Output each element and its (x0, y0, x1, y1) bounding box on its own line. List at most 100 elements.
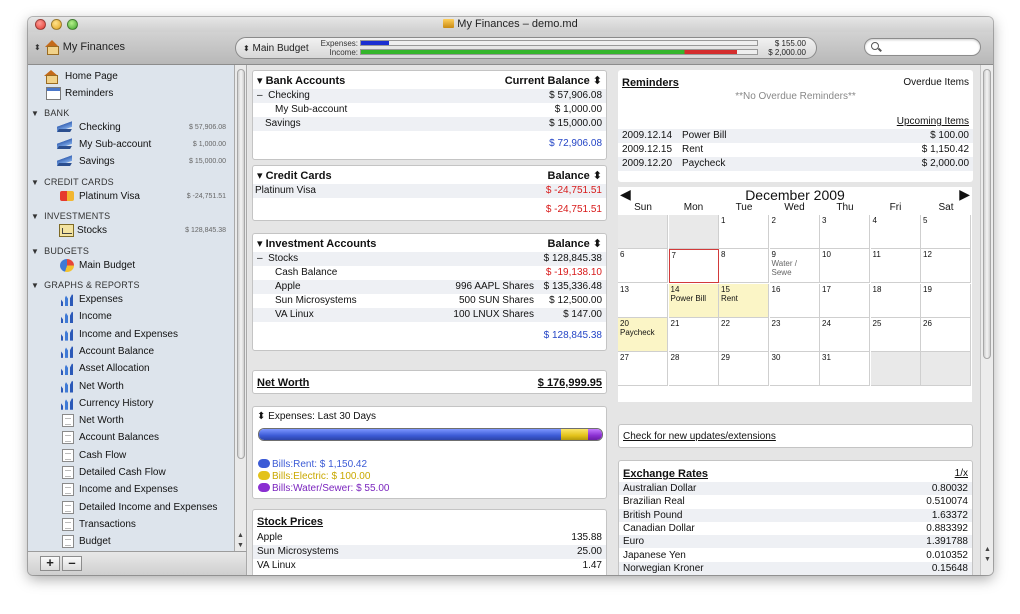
calendar-day-4[interactable]: 4 (870, 215, 921, 249)
investments-header[interactable]: ▾ Investment Accounts (257, 237, 376, 251)
water-segment[interactable] (587, 429, 602, 440)
calendar-day-29[interactable]: 29 (719, 352, 769, 387)
calendar-day-13[interactable]: 13 (618, 283, 668, 318)
sidebar-item-reminders[interactable]: Reminders (28, 85, 234, 102)
budget-summary[interactable]: ⬍ Main Budget Expenses: Income: $ 155.00… (235, 37, 817, 59)
calendar-day-26[interactable]: 26 (921, 317, 971, 352)
calendar-event[interactable]: Paycheck (620, 328, 665, 337)
sidebar-item-report[interactable]: Budget (28, 533, 234, 550)
scroll-down-arrow-icon[interactable]: ▼ (235, 541, 246, 550)
sidebar-item-report[interactable]: Detailed Cash Flow (28, 464, 234, 481)
credit-cards-header[interactable]: ▾ Credit Cards (257, 169, 332, 183)
reminder-row[interactable]: 2009.12.15 Rent $ 1,150.42 (618, 143, 973, 157)
search-field[interactable] (864, 38, 981, 56)
scroll-up-arrow-icon[interactable]: ▲ (235, 531, 246, 540)
sidebar-item-graph[interactable]: Net Worth (28, 378, 234, 395)
search-input[interactable] (883, 40, 977, 54)
investments-column-selector[interactable]: Balance ⬍ (548, 237, 602, 251)
sidebar-item-report[interactable]: Transactions (28, 516, 234, 533)
calendar-day-23[interactable]: 23 (769, 317, 820, 352)
calendar-day-16[interactable]: 16 (769, 283, 820, 318)
calendar-day-3[interactable]: 3 (820, 215, 870, 249)
section-investments[interactable]: ▼ INVESTMENTS (31, 211, 110, 221)
sidebar-item-graph[interactable]: Expenses (28, 291, 234, 308)
bank-accounts-header[interactable]: ▾ Bank Accounts (257, 74, 345, 88)
sidebar-item-report[interactable]: Net Worth (28, 412, 234, 429)
exchange-rate-row[interactable]: Australian Dollar 0.80032 (619, 482, 972, 495)
exchange-rate-row[interactable]: Euro 1.391788 (619, 535, 972, 549)
sidebar-item-savings[interactable]: Savings $ 15,000.00 (28, 153, 234, 170)
sidebar-item-sub-account[interactable]: My Sub-account $ 1,000.00 (28, 136, 234, 153)
expenses-period-selector[interactable]: ⬍ Expenses: Last 30 Days (257, 410, 376, 424)
calendar-day-18[interactable]: 18 (870, 283, 921, 318)
sidebar-item-graph[interactable]: Currency History (28, 395, 234, 412)
scroll-down-arrow-icon[interactable]: ▼ (982, 555, 993, 564)
sidebar-item-report[interactable]: Cash Flow (28, 447, 234, 464)
exchange-rate-row[interactable]: British Pound 1.63372 (619, 508, 972, 522)
account-row[interactable]: Platinum Visa $ -24,751.51 (253, 184, 606, 198)
sidebar-item-main-budget[interactable]: Main Budget (28, 257, 234, 274)
section-budgets[interactable]: ▼ BUDGETS (31, 246, 89, 256)
sidebar-item-graph[interactable]: Account Balance (28, 343, 234, 360)
calendar-event[interactable]: Water / Sewe (772, 259, 817, 277)
sidebar-item-report[interactable]: Income and Expenses (28, 481, 234, 498)
sidebar-item-home[interactable]: Home Page (28, 68, 234, 85)
account-row[interactable]: – Checking $ 57,906.08 (253, 89, 606, 103)
rent-segment[interactable] (259, 429, 562, 440)
sidebar-scroll-thumb[interactable] (237, 69, 245, 459)
calendar-day-15[interactable]: 15 Rent (719, 283, 769, 318)
main-scroll-thumb[interactable] (983, 69, 991, 359)
check-updates-link[interactable]: Check for new updates/extensions (623, 430, 776, 444)
calendar-day-20[interactable]: 20 Paycheck (618, 317, 668, 352)
calendar-day-12[interactable]: 12 (921, 249, 971, 284)
sidebar-item-platinum-visa[interactable]: Platinum Visa $ -24,751.51 (28, 188, 234, 205)
reminders-title[interactable]: Reminders (622, 76, 679, 90)
budget-selector[interactable]: ⬍ Main Budget (243, 43, 309, 54)
minimize-window-button[interactable] (51, 19, 62, 30)
calendar-day-28[interactable]: 28 (668, 352, 719, 387)
investment-row[interactable]: VA Linux 100 LNUX Shares $ 147.00 (253, 308, 606, 322)
investment-row[interactable]: Cash Balance $ -19,138.10 (253, 266, 606, 280)
calendar-day-14[interactable]: 14 Power Bill (668, 283, 719, 318)
sidebar-item-graph[interactable]: Income (28, 308, 234, 325)
sidebar-item-graph[interactable]: Income and Expenses (28, 326, 234, 343)
section-graphs-reports[interactable]: ▼ GRAPHS & REPORTS (31, 280, 140, 290)
close-window-button[interactable] (35, 19, 46, 30)
account-row[interactable]: My Sub-account $ 1,000.00 (253, 103, 606, 117)
zoom-window-button[interactable] (67, 19, 78, 30)
sidebar-item-checking[interactable]: Checking $ 57,906.08 (28, 119, 234, 136)
calendar-day-8[interactable]: 8 (719, 249, 769, 284)
sidebar-item-report[interactable]: Account Balances (28, 429, 234, 446)
inverse-rate-toggle[interactable]: 1/x (955, 467, 968, 481)
investment-row[interactable]: Sun Microsystems 500 SUN Shares $ 12,500… (253, 294, 606, 308)
calendar-day-7[interactable]: 7 (668, 249, 719, 284)
exchange-rate-row[interactable]: Canadian Dollar 0.883392 (619, 522, 972, 535)
calendar-day-31[interactable]: 31 (820, 352, 870, 387)
calendar-event[interactable]: Power Bill (671, 294, 716, 303)
reminder-row[interactable]: 2009.12.20 Paycheck $ 2,000.00 (618, 157, 973, 171)
calendar-day-17[interactable]: 17 (820, 283, 870, 318)
calendar-day-22[interactable]: 22 (719, 317, 769, 352)
sidebar-scrollbar[interactable]: ▲ ▼ (235, 65, 247, 551)
stock-row[interactable]: Apple 135.88 (253, 531, 606, 545)
exchange-rate-row[interactable]: Norwegian Kroner 0.15648 (619, 561, 972, 575)
sidebar-item-graph[interactable]: Asset Allocation (28, 360, 234, 377)
investment-row[interactable]: Apple 996 AAPL Shares $ 135,336.48 (253, 280, 606, 294)
reminder-row[interactable]: 2009.12.14 Power Bill $ 100.00 (618, 129, 973, 143)
electric-segment[interactable] (561, 429, 588, 440)
exchange-rate-row[interactable]: Japanese Yen 0.010352 (619, 549, 972, 562)
account-row[interactable]: Savings $ 15,000.00 (253, 117, 606, 131)
stock-row[interactable]: Sun Microsystems 25.00 (253, 545, 606, 559)
credit-cards-column-selector[interactable]: Balance ⬍ (548, 169, 602, 183)
calendar-day-1[interactable]: 1 (719, 215, 769, 249)
scroll-up-arrow-icon[interactable]: ▲ (982, 545, 993, 554)
stock-row[interactable]: VA Linux 1.47 (253, 559, 606, 573)
exchange-rate-row[interactable]: Brazilian Real 0.510074 (619, 495, 972, 508)
calendar-day-9[interactable]: 9 Water / Sewe (769, 249, 820, 284)
calendar-day-25[interactable]: 25 (870, 317, 921, 352)
calendar-day-2[interactable]: 2 (769, 215, 820, 249)
account-selector[interactable]: ⬍ My Finances (34, 40, 125, 55)
remove-account-button[interactable]: – (62, 556, 82, 571)
calendar-event[interactable]: Rent (721, 294, 766, 303)
calendar-day-21[interactable]: 21 (668, 317, 719, 352)
